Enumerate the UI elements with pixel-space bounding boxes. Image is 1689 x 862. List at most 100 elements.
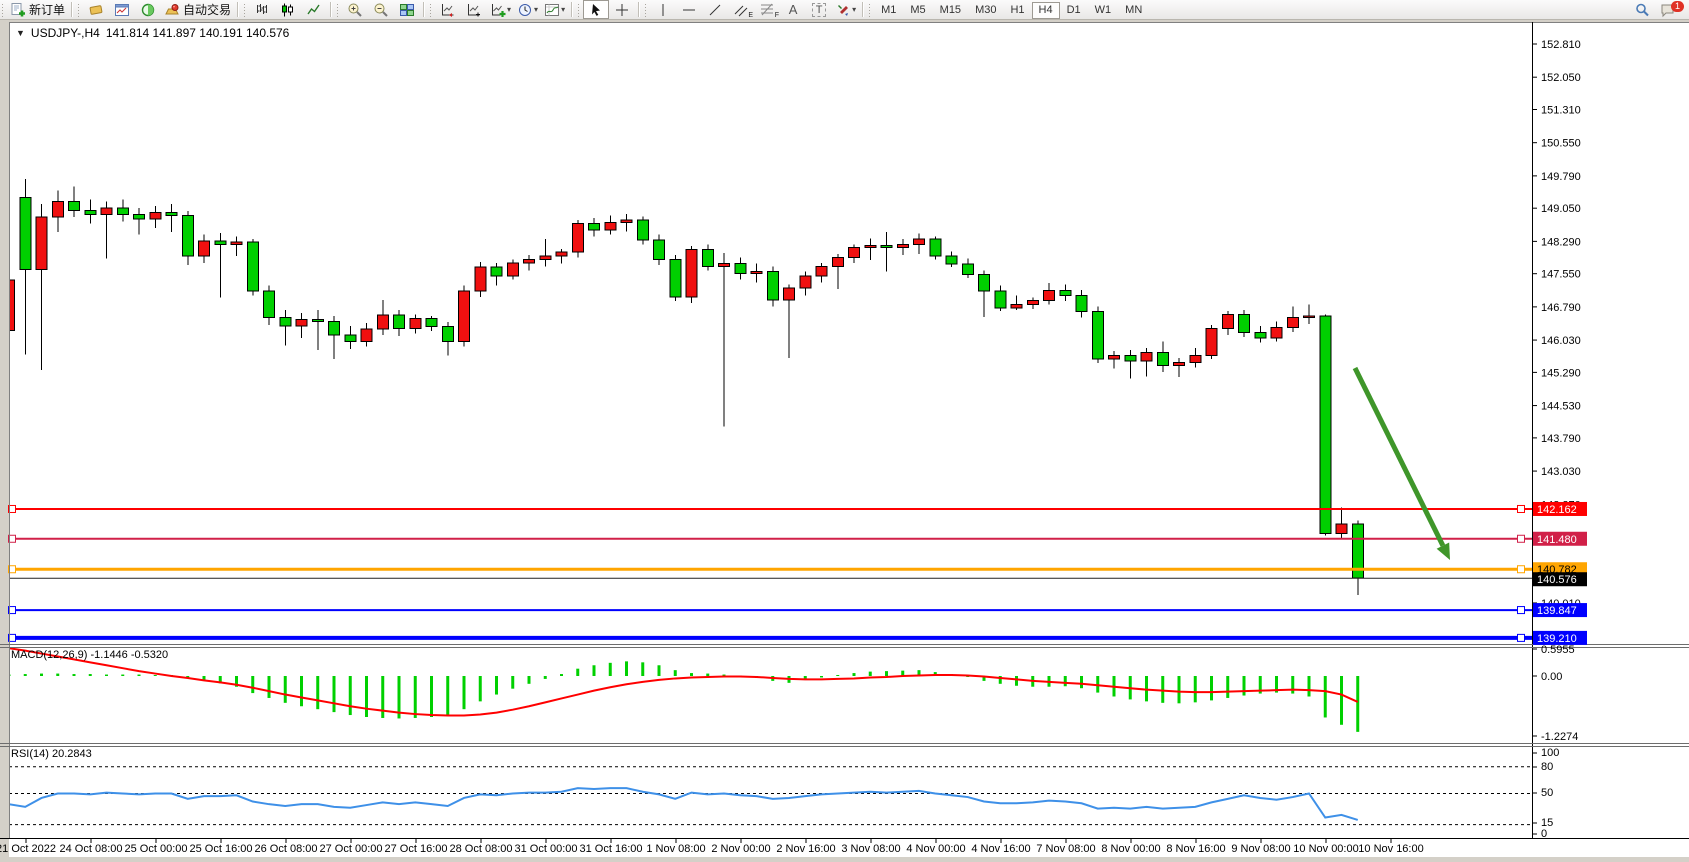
rsi-pane (9, 767, 1532, 825)
new-chart-icon (440, 2, 456, 18)
trendline-icon (707, 2, 723, 18)
channel-letter: E (748, 12, 753, 19)
zoom-in-button[interactable] (342, 0, 368, 19)
toolbar-grip[interactable] (429, 3, 433, 17)
data-window-button[interactable] (109, 0, 135, 19)
pane-borders (0, 22, 1689, 839)
fibonacci-tool-button[interactable]: F (754, 0, 780, 19)
svg-text:145.290: 145.290 (1541, 367, 1581, 379)
toolbar-grip[interactable] (644, 3, 648, 17)
autotrading-button[interactable]: 自动交易 (161, 0, 234, 19)
navigator-icon (140, 2, 156, 18)
timeframe-button-m5[interactable]: M5 (903, 2, 932, 19)
current-price-label: 140.576 (1533, 572, 1587, 586)
timeframe-button-d1[interactable]: D1 (1060, 2, 1088, 19)
template-icon (544, 2, 560, 18)
timeframe-button-h4[interactable]: H4 (1032, 2, 1060, 19)
symbol-dropdown-icon[interactable]: ▼ (16, 28, 25, 38)
hline-object-139.210[interactable] (9, 634, 1533, 641)
time-axis[interactable]: 21 Oct 202224 Oct 08:0025 Oct 00:0025 Oc… (0, 838, 1424, 855)
dropdown-arrow-icon[interactable]: ▾ (561, 5, 565, 14)
rsi-indicator-label: RSI(14) 20.2843 (11, 748, 92, 760)
toolbar-right-group: 1 (1629, 0, 1685, 19)
svg-text:7 Nov 08:00: 7 Nov 08:00 (1036, 843, 1095, 855)
arrow-annotation[interactable] (1355, 368, 1450, 560)
separator (237, 2, 239, 17)
notifications-button[interactable]: 1 (1655, 0, 1681, 19)
hline-object-140.782[interactable] (9, 566, 1533, 573)
svg-text:25 Oct 00:00: 25 Oct 00:00 (125, 843, 188, 855)
hline-object-141.480[interactable] (9, 535, 1533, 542)
svg-text:24 Oct 08:00: 24 Oct 08:00 (60, 843, 123, 855)
toolbar-grip[interactable] (77, 3, 81, 17)
hline-object-139.847[interactable] (9, 607, 1533, 614)
indicators-button[interactable]: ▾ (487, 0, 514, 19)
navigator-button[interactable] (135, 0, 161, 19)
indicators-add-icon (490, 2, 506, 18)
vertical-line-tool-button[interactable] (650, 0, 676, 19)
zoom-out-button[interactable] (368, 0, 394, 19)
dropdown-arrow-icon[interactable]: ▾ (534, 5, 538, 14)
text-tool-button[interactable]: A (780, 0, 806, 19)
zoom-out-icon (373, 2, 389, 18)
timeframe-button-m30[interactable]: M30 (968, 2, 1003, 19)
toolbar-grip[interactable] (243, 3, 247, 17)
channel-tool-button[interactable]: E (728, 0, 754, 19)
vertical-line-icon (655, 2, 671, 18)
horizontal-line-objects[interactable] (9, 505, 1533, 641)
crosshair-icon (614, 2, 630, 18)
text-tool-label: A (789, 2, 798, 17)
bar-chart-button[interactable] (249, 0, 275, 19)
svg-text:27 Oct 16:00: 27 Oct 16:00 (385, 843, 448, 855)
macd-indicator-label: MACD(12,26,9) -1.1446 -0.5320 (11, 649, 168, 661)
cursor-icon (588, 2, 604, 18)
chart-shift-icon (466, 2, 482, 18)
toolbar-grip[interactable] (577, 3, 581, 17)
trendline-tool-button[interactable] (702, 0, 728, 19)
svg-text:142.162: 142.162 (1537, 504, 1577, 516)
svg-text:149.790: 149.790 (1541, 171, 1581, 183)
svg-text:28 Oct 08:00: 28 Oct 08:00 (450, 843, 513, 855)
fibo-letter: F (775, 12, 779, 19)
candlestick-chart-button[interactable] (275, 0, 301, 19)
chart-shift-button[interactable] (461, 0, 487, 19)
svg-text:140.576: 140.576 (1537, 574, 1577, 586)
svg-text:147.550: 147.550 (1541, 269, 1581, 281)
search-button[interactable] (1629, 0, 1655, 19)
rsi-name: RSI(14) (11, 748, 49, 760)
new-chart-button[interactable] (435, 0, 461, 19)
timeframe-button-m1[interactable]: M1 (874, 2, 903, 19)
toolbar-grip[interactable] (1, 3, 5, 17)
toolbar-grip[interactable] (868, 3, 872, 17)
timeframe-button-h1[interactable]: H1 (1003, 2, 1031, 19)
svg-text:2 Nov 00:00: 2 Nov 00:00 (711, 843, 770, 855)
svg-text:27 Oct 00:00: 27 Oct 00:00 (320, 843, 383, 855)
tile-windows-button[interactable] (394, 0, 420, 19)
mt4-terminal-window: { "toolbar": { "new_order": "新订单", "auto… (0, 0, 1689, 862)
autotrading-label: 自动交易 (183, 1, 231, 18)
svg-text:0.00: 0.00 (1541, 671, 1562, 683)
hline-object-142.162[interactable] (9, 505, 1533, 512)
toolbar-grip[interactable] (336, 3, 340, 17)
text-label-tool-button[interactable]: T (806, 0, 832, 19)
svg-text:8 Nov 16:00: 8 Nov 16:00 (1166, 843, 1225, 855)
dropdown-arrow-icon[interactable]: ▾ (507, 5, 511, 14)
templates-button[interactable]: ▾ (541, 0, 568, 19)
crosshair-tool-button[interactable] (609, 0, 635, 19)
timeframe-button-m15[interactable]: M15 (933, 2, 968, 19)
search-icon (1634, 2, 1650, 18)
svg-text:26 Oct 08:00: 26 Oct 08:00 (255, 843, 318, 855)
horizontal-line-tool-button[interactable] (676, 0, 702, 19)
new-order-button[interactable]: 新订单 (7, 0, 68, 19)
market-watch-button[interactable] (83, 0, 109, 19)
svg-text:148.290: 148.290 (1541, 236, 1581, 248)
timeframe-button-mn[interactable]: MN (1118, 2, 1149, 19)
price-axis[interactable]: 152.810152.050151.310150.550149.790149.0… (1532, 39, 1581, 840)
cursor-tool-button[interactable] (583, 0, 609, 19)
fibonacci-icon (759, 2, 775, 18)
periods-button[interactable]: ▾ (514, 0, 541, 19)
dropdown-arrow-icon[interactable]: ▾ (852, 5, 856, 14)
line-chart-button[interactable] (301, 0, 327, 19)
arrows-tool-button[interactable]: ▾ (832, 0, 859, 19)
timeframe-button-w1[interactable]: W1 (1088, 2, 1119, 19)
